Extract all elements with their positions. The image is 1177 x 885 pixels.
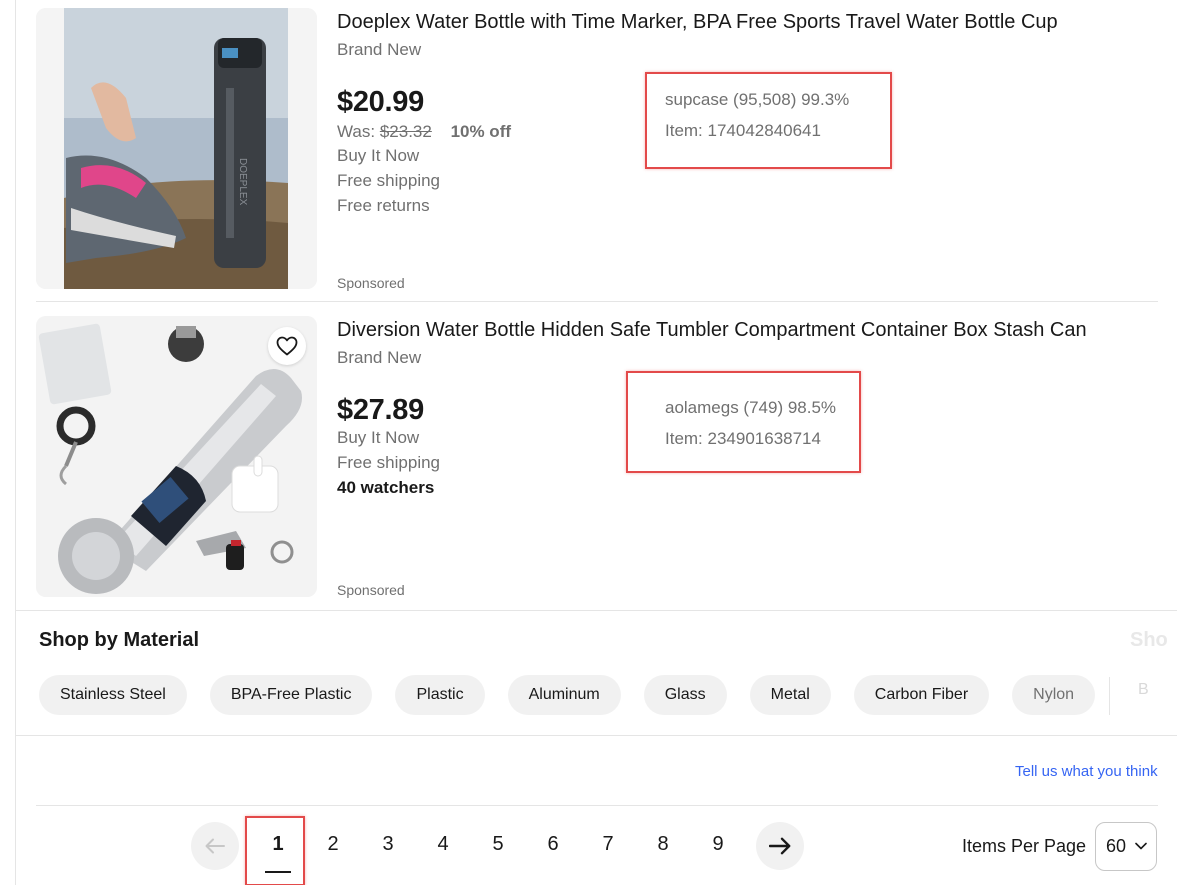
page-link[interactable]: 3 [373,833,403,856]
original-price: $23.32 [379,122,432,141]
feedback-link[interactable]: Tell us what you think [1015,763,1158,780]
page-link[interactable]: 4 [428,833,458,856]
search-result-item: Diversion Water Bottle Hidden Safe Tumbl… [36,316,1158,610]
pagination-divider [36,805,1158,806]
sponsored-label: Sponsored [337,275,405,291]
seller-highlight-box [626,371,861,473]
listing-title[interactable]: Diversion Water Bottle Hidden Safe Tumbl… [337,318,1087,342]
material-chip[interactable]: BPA-Free Plastic [209,675,373,715]
sponsored-label: Sponsored [337,582,405,598]
listing-price: $20.99 [337,86,424,118]
chevron-down-icon [1135,842,1147,850]
heart-icon [276,336,298,356]
items-per-page-value: 60 [1106,836,1127,856]
page-link[interactable]: 6 [538,833,568,856]
page-link[interactable]: 9 [703,833,733,856]
discount-badge: 10% off [450,122,512,141]
material-chip[interactable]: Carbon Fiber [853,675,990,715]
listing-condition: Brand New [337,40,422,59]
search-result-item: DOEPLEX Doeplex Water Bottle with Time M… [36,8,1158,302]
returns-info: Free returns [337,196,430,215]
listing-price: $27.89 [337,394,424,426]
material-chip-list: Stainless Steel BPA-Free Plastic Plastic… [39,675,1096,715]
page-link[interactable]: 7 [593,833,623,856]
material-chip[interactable]: Nylon [1012,675,1096,715]
material-chip[interactable]: Stainless Steel [39,675,187,715]
product-image[interactable]: DOEPLEX [36,8,317,289]
product-image[interactable] [36,316,317,597]
buy-format: Buy It Now [337,146,420,165]
seller-info: supcase (95,508) 99.3% [665,90,850,109]
page-left-border [15,0,16,885]
section-title: Shop by Material [39,629,200,651]
watchers-count: 40 watchers [337,478,435,497]
items-per-page-label: Items Per Page [962,836,1087,856]
material-chip[interactable]: Metal [749,675,831,715]
product-photo-water-bottle: DOEPLEX [36,8,317,289]
item-number: Item: 174042840641 [665,121,821,140]
shipping-info: Free shipping [337,171,441,190]
listing-info: Doeplex Water Bottle with Time Marker, B… [337,8,1158,301]
item-number: Item: 234901638714 [665,429,821,448]
watch-heart-button[interactable] [268,327,306,365]
listing-condition: Brand New [337,348,422,367]
buy-format: Buy It Now [337,428,420,447]
material-chip[interactable]: Glass [643,675,727,715]
arrow-left-icon [205,838,225,854]
page-link[interactable]: 5 [483,833,513,856]
next-page-button[interactable] [756,822,804,870]
shipping-info: Free shipping [337,453,441,472]
items-per-page-select[interactable]: 60 [1095,822,1157,871]
previous-page-button[interactable] [191,822,239,870]
shop-by-material-section: Shop by Material Sho Stainless Steel BPA… [16,610,1177,736]
arrow-right-icon [769,837,791,855]
material-chip[interactable]: Plastic [395,675,485,715]
seller-info: aolamegs (749) 98.5% [665,398,837,417]
bottle-brand-mark: DOEPLEX [237,158,248,206]
was-label: Was: [337,122,376,141]
next-chip-faded: B [1138,681,1149,698]
next-section-title-faded: Sho [1130,629,1168,651]
listing-title[interactable]: Doeplex Water Bottle with Time Marker, B… [337,10,1058,34]
current-page-highlight-box [245,816,305,885]
was-price-line: Was: $23.32 10% off [337,122,511,142]
page-link[interactable]: 8 [648,833,678,856]
chip-divider [1109,677,1110,715]
listing-info: Diversion Water Bottle Hidden Safe Tumbl… [337,316,1158,610]
material-chip[interactable]: Aluminum [507,675,621,715]
page-link[interactable]: 2 [318,833,348,856]
